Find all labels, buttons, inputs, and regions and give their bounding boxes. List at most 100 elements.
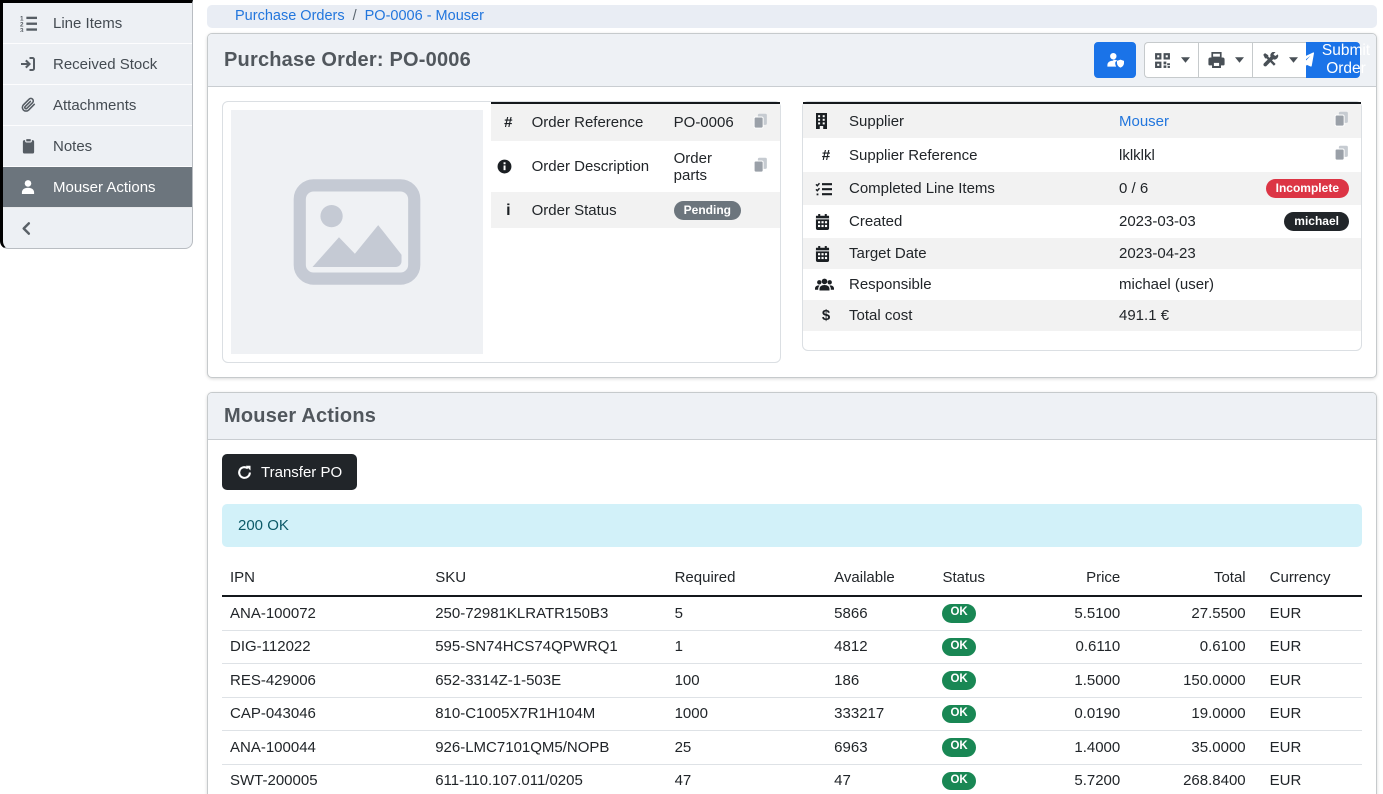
sidebar-item-notes[interactable]: Notes (3, 126, 192, 167)
copy-icon[interactable] (753, 157, 768, 173)
detail-value: 2023-04-23 (1113, 238, 1251, 269)
submit-order-button[interactable]: Submit Order (1306, 42, 1360, 78)
ok-badge: OK (942, 738, 975, 757)
list-check-icon (803, 172, 843, 205)
incomplete-badge: Incomplete (1266, 179, 1349, 198)
item-required: 100 (667, 664, 827, 698)
sidebar-item-received-stock[interactable]: Received Stock (3, 44, 192, 85)
detail-row-target-date: Target Date 2023-04-23 (803, 238, 1361, 269)
detail-label: Total cost (843, 300, 1113, 331)
item-ipn: ANA-100044 (222, 731, 427, 765)
item-currency: EUR (1254, 630, 1362, 664)
item-sku: 595-SN74HCS74QPWRQ1 (427, 630, 666, 664)
detail-label: Responsible (843, 269, 1113, 300)
col-sku: SKU (427, 564, 666, 596)
image-icon (291, 179, 423, 285)
item-total: 150.0000 (1128, 664, 1253, 698)
main-content: Purchase Orders / PO-0006 - Mouser Purch… (193, 0, 1383, 794)
item-price: 5.7200 (1026, 764, 1129, 794)
calendar-icon (803, 205, 843, 238)
transfer-po-button[interactable]: Transfer PO (222, 454, 357, 490)
card-spacer (803, 331, 1361, 350)
michael-badge: michael (1284, 212, 1349, 231)
breadcrumb: Purchase Orders / PO-0006 - Mouser (207, 5, 1377, 28)
barcode-actions-button[interactable] (1144, 42, 1198, 78)
copy-icon[interactable] (1334, 145, 1349, 161)
purchase-order-panel: Purchase Order: PO-0006 (207, 33, 1377, 378)
sidebar-item-label: Received Stock (53, 56, 157, 73)
item-ipn: DIG-112022 (222, 630, 427, 664)
item-available: 4812 (826, 630, 934, 664)
users-icon (803, 269, 843, 300)
sidebar-item-label: Line Items (53, 15, 122, 32)
col-currency: Currency (1254, 564, 1362, 596)
mouser-actions-title: Mouser Actions (224, 405, 376, 428)
item-total: 0.6100 (1128, 630, 1253, 664)
part-image-placeholder[interactable] (231, 110, 483, 354)
detail-row-total-cost: $ Total cost 491.1 € (803, 300, 1361, 331)
ok-badge: OK (942, 705, 975, 724)
item-required: 1000 (667, 697, 827, 731)
item-status: OK (934, 596, 1025, 630)
detail-value: 2023-03-03 (1113, 205, 1251, 238)
tools-icon (1262, 52, 1279, 69)
sign-in-icon (18, 56, 38, 72)
line-item-row: SWT-200005 611-110.107.011/0205 47 47 OK… (222, 764, 1362, 794)
paperclip-icon (18, 97, 38, 113)
detail-label: Supplier Reference (843, 138, 1113, 172)
detail-label: Order Description (526, 141, 668, 192)
pending-badge: Pending (674, 201, 741, 220)
item-ipn: SWT-200005 (222, 764, 427, 794)
item-currency: EUR (1254, 697, 1362, 731)
item-status: OK (934, 664, 1025, 698)
line-item-row: ANA-100072 250-72981KLRATR150B3 5 5866 O… (222, 596, 1362, 630)
copy-icon[interactable] (1334, 111, 1349, 127)
detail-row-supplier-reference: # Supplier Reference lklklkl (803, 138, 1361, 172)
item-currency: EUR (1254, 731, 1362, 765)
sidebar-collapse-button[interactable] (3, 208, 192, 248)
info-circle-icon (491, 141, 526, 192)
sidebar-nav: 123 Line Items Received Stock Attachment… (3, 3, 192, 208)
ok-badge: OK (942, 604, 975, 623)
item-sku: 652-3314Z-1-503E (427, 664, 666, 698)
order-toolbar: Submit Order (1094, 42, 1360, 78)
detail-label: Supplier (843, 103, 1113, 138)
item-ipn: CAP-043046 (222, 697, 427, 731)
sidebar-item-attachments[interactable]: Attachments (3, 85, 192, 126)
sidebar-item-line-items[interactable]: 123 Line Items (3, 3, 192, 44)
detail-row-created: Created 2023-03-03 michael (803, 205, 1361, 238)
col-price: Price (1026, 564, 1129, 596)
order-actions-group: Submit Order (1144, 42, 1360, 78)
detail-label: Target Date (843, 238, 1113, 269)
item-currency: EUR (1254, 664, 1362, 698)
hashtag-icon: # (803, 138, 843, 172)
transfer-po-label: Transfer PO (261, 464, 342, 481)
print-actions-button[interactable] (1198, 42, 1252, 78)
user-shield-icon (1106, 52, 1125, 68)
detail-value: michael (user) (1113, 269, 1251, 300)
item-price: 1.4000 (1026, 731, 1129, 765)
breadcrumb-link-purchase-orders[interactable]: Purchase Orders (235, 8, 345, 24)
breadcrumb-link-po-0006[interactable]: PO-0006 - Mouser (365, 8, 484, 24)
line-item-row: ANA-100044 926-LMC7101QM5/NOPB 25 6963 O… (222, 731, 1362, 765)
item-available: 47 (826, 764, 934, 794)
sidebar-item-label: Mouser Actions (53, 179, 156, 196)
sidebar-item-mouser-actions[interactable]: Mouser Actions (3, 167, 192, 208)
item-required: 1 (667, 630, 827, 664)
hashtag-icon: # (491, 103, 526, 141)
detail-row-responsible: Responsible michael (user) (803, 269, 1361, 300)
item-sku: 250-72981KLRATR150B3 (427, 596, 666, 630)
item-total: 35.0000 (1128, 731, 1253, 765)
item-total: 19.0000 (1128, 697, 1253, 731)
item-sku: 926-LMC7101QM5/NOPB (427, 731, 666, 765)
table-header-row: IPN SKU Required Available Status Price … (222, 564, 1362, 596)
copy-icon[interactable] (753, 113, 768, 129)
item-currency: EUR (1254, 764, 1362, 794)
item-sku: 611-110.107.011/0205 (427, 764, 666, 794)
page-title: Purchase Order: PO-0006 (224, 49, 471, 72)
printer-icon (1208, 52, 1225, 69)
info-icon: i (491, 192, 526, 228)
admin-button[interactable] (1094, 42, 1136, 78)
item-status: OK (934, 630, 1025, 664)
detail-value-link[interactable]: Mouser (1113, 103, 1251, 138)
